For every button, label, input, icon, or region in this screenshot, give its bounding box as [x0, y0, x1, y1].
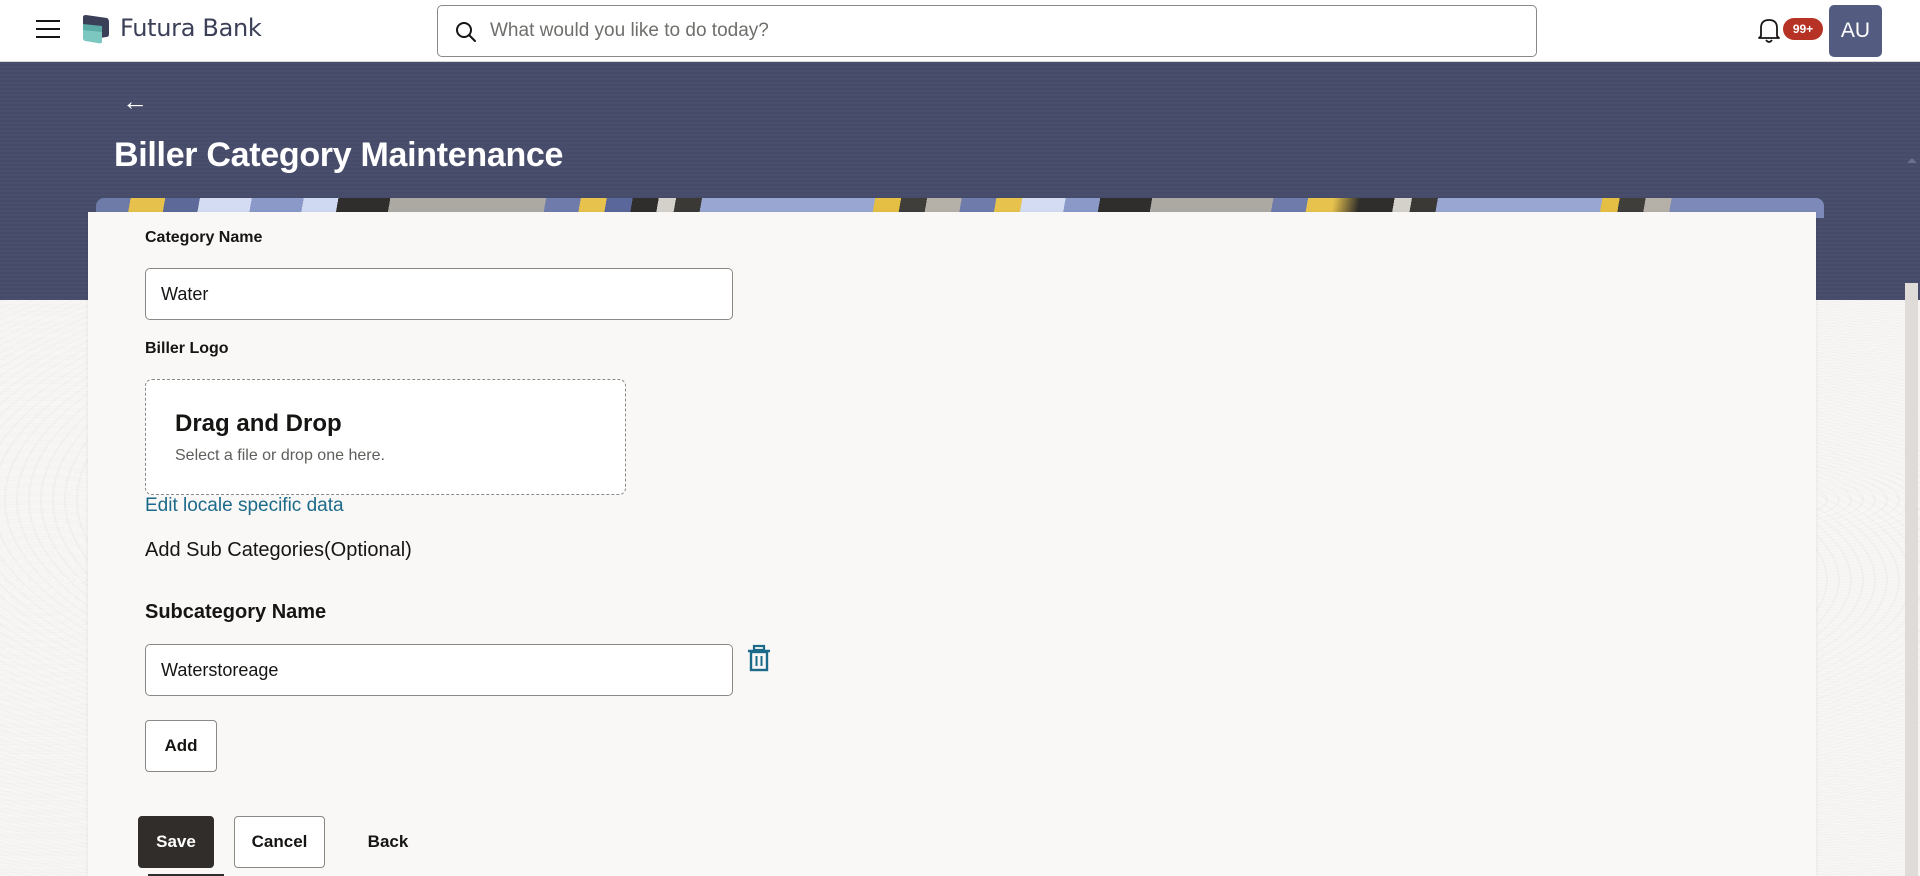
- global-search[interactable]: [437, 5, 1537, 57]
- notification-count-badge: 99+: [1783, 18, 1823, 40]
- dropzone-hint: Select a file or drop one here.: [175, 447, 385, 464]
- brand-name: Futura Bank: [120, 14, 262, 42]
- arrow-left-icon[interactable]: ←: [122, 88, 148, 114]
- biller-logo-dropzone[interactable]: Drag and Drop Select a file or drop one …: [145, 379, 626, 495]
- top-navigation-bar: Futura Bank 99+ AU: [0, 0, 1920, 62]
- biller-category-form-card: Category Name Biller Logo Drag and Drop …: [88, 212, 1816, 876]
- subcategory-name-input[interactable]: [145, 644, 733, 696]
- search-input[interactable]: [490, 14, 1520, 48]
- category-name-label: Category Name: [145, 229, 263, 246]
- trash-icon[interactable]: [746, 644, 772, 672]
- scroll-up-icon: [1907, 158, 1917, 163]
- subcategory-name-label: Subcategory Name: [145, 601, 327, 623]
- add-subcategories-heading: Add Sub Categories(Optional): [145, 539, 412, 561]
- save-button[interactable]: Save: [138, 816, 214, 868]
- futura-bank-logo-icon: [83, 15, 109, 44]
- edit-locale-link[interactable]: Edit locale specific data: [145, 495, 344, 517]
- category-name-input[interactable]: [145, 268, 733, 320]
- hamburger-menu-icon[interactable]: [36, 20, 60, 40]
- user-avatar[interactable]: AU: [1829, 5, 1882, 57]
- back-button[interactable]: Back: [338, 816, 438, 868]
- add-subcategory-button[interactable]: Add: [145, 720, 217, 772]
- vertical-scrollbar[interactable]: [1905, 283, 1918, 876]
- dropzone-title: Drag and Drop: [175, 410, 342, 437]
- bell-icon[interactable]: [1756, 16, 1782, 44]
- cancel-button[interactable]: Cancel: [234, 816, 325, 868]
- biller-logo-label: Biller Logo: [145, 340, 229, 357]
- page-title: Biller Category Maintenance: [114, 136, 564, 174]
- search-icon: [456, 22, 476, 42]
